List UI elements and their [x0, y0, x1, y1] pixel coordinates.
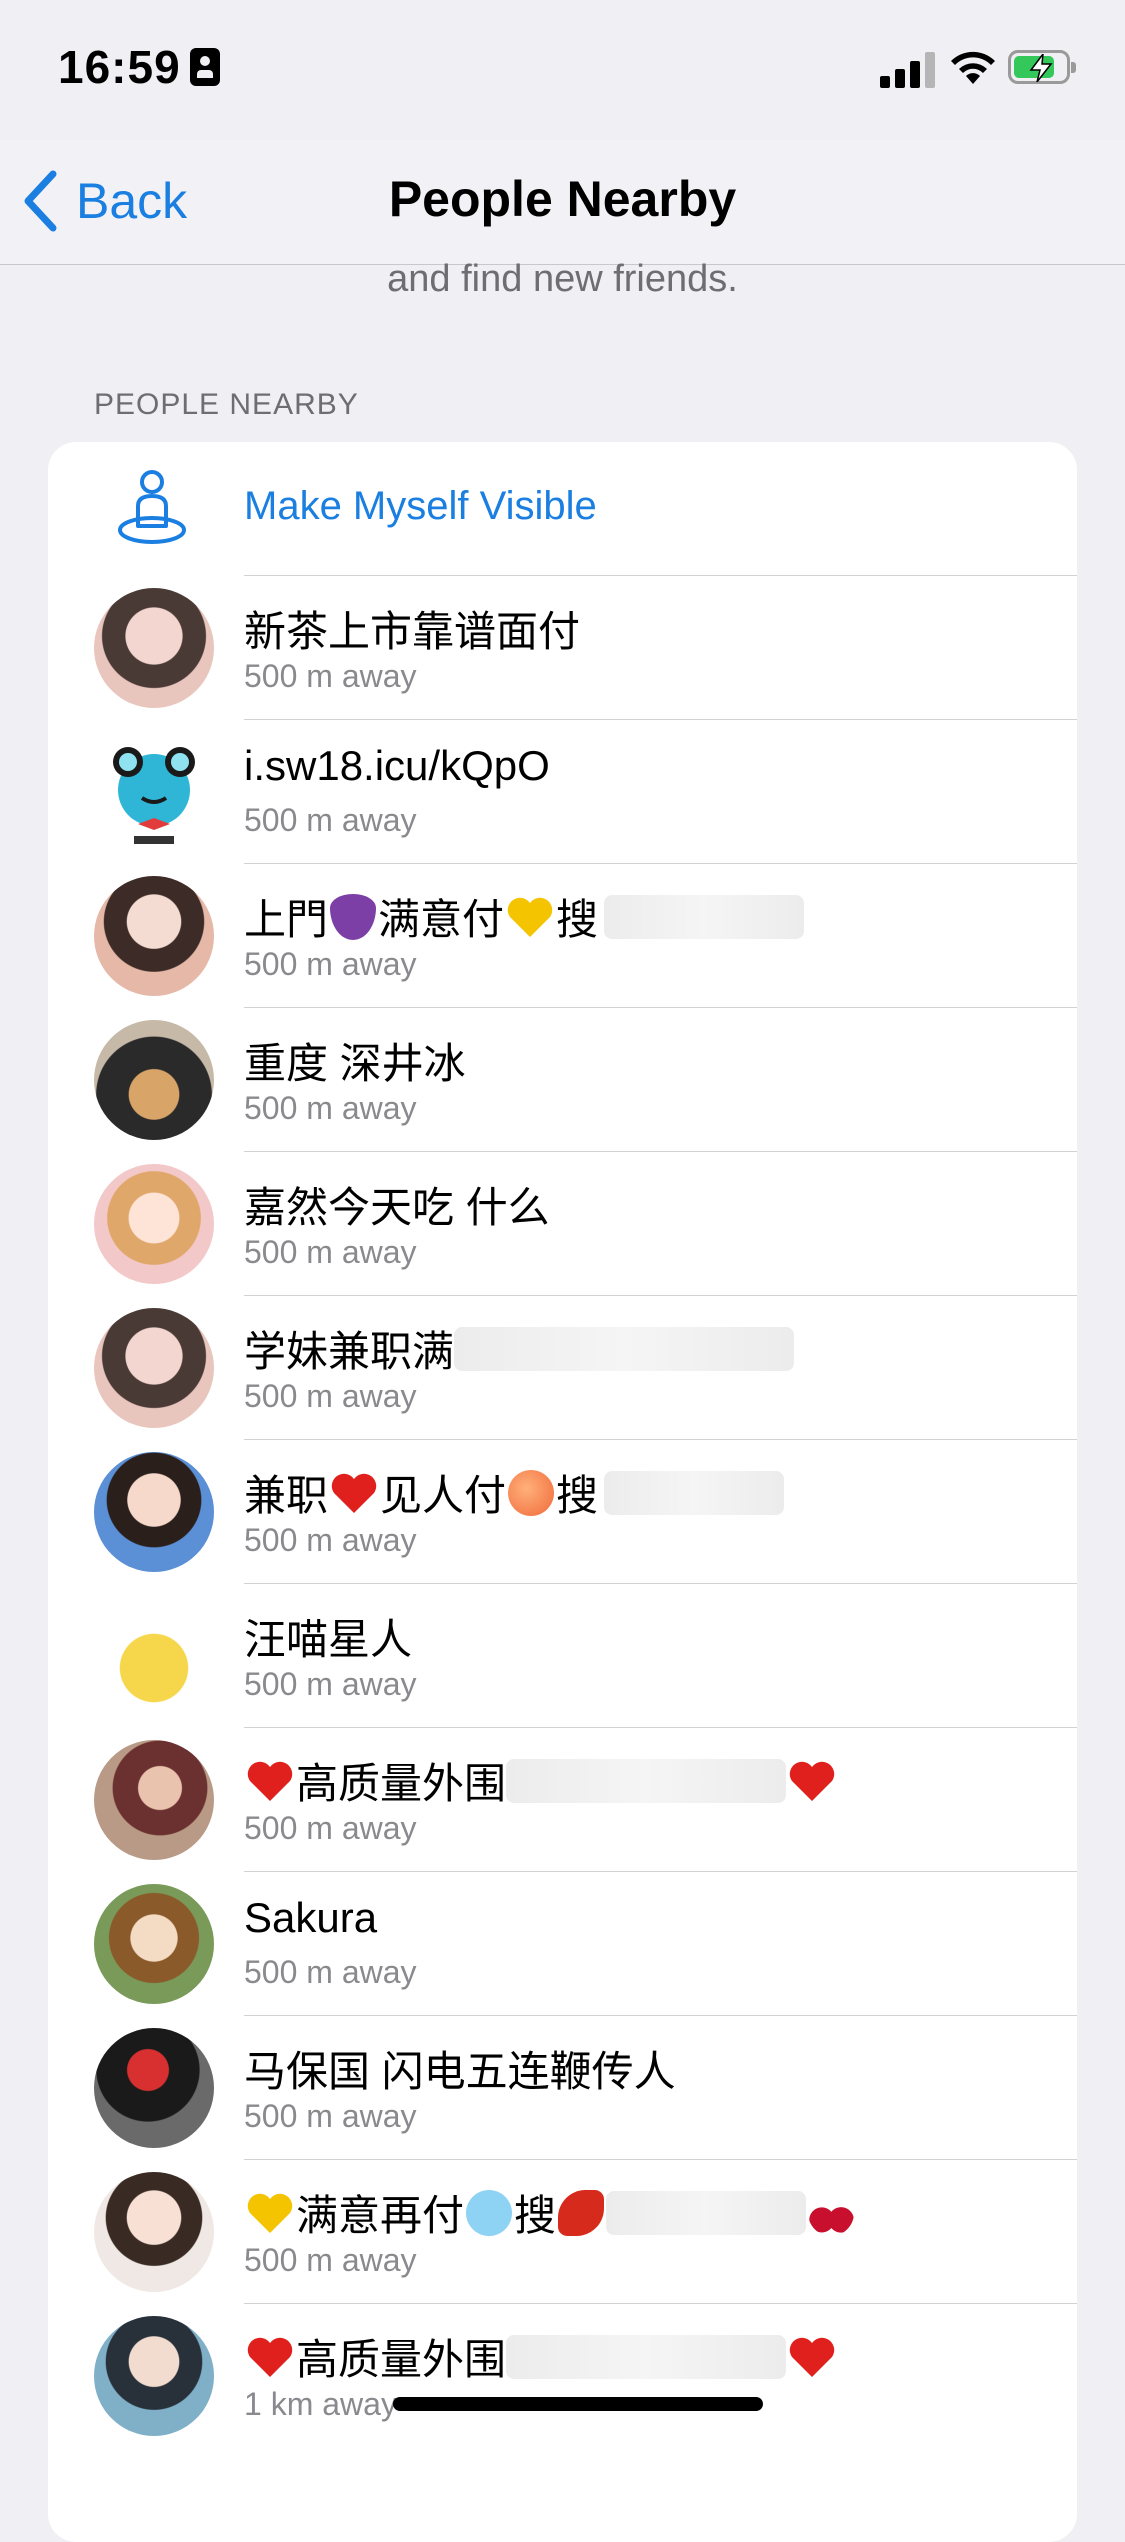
person-row[interactable]: 学妹兼职满 500 m away: [48, 1296, 1077, 1440]
person-name: i.sw18.icu/kQpO: [244, 742, 550, 789]
redacted-text: [606, 2190, 807, 2235]
avatar: [94, 1308, 214, 1428]
person-name: 重度 深井冰: [244, 1040, 466, 1087]
person-distance: 500 m away: [244, 2242, 417, 2278]
red-heart-icon: [247, 1761, 293, 1801]
redacted-text: [506, 2334, 787, 2379]
avatar: [94, 1740, 214, 1860]
status-bar: 16:59: [0, 0, 1125, 140]
person-name: 马保国 闪电五连鞭传人: [244, 2048, 676, 2095]
person-row[interactable]: 上門 满意付 搜 500 m away: [48, 864, 1077, 1008]
person-name: 嘉然今天吃 什么: [244, 1184, 550, 1231]
avatar: [94, 1020, 214, 1140]
person-distance: 500 m away: [244, 1090, 417, 1126]
red-heart-icon: [789, 1761, 835, 1801]
person-name: 满意再付 搜: [244, 2182, 856, 2243]
navigation-bar: Back People Nearby: [0, 140, 1125, 265]
person-distance: 500 m away: [244, 1810, 417, 1846]
person-distance: 500 m away: [244, 946, 417, 982]
redacted-text: [506, 1758, 787, 1803]
battery-icon: [1008, 50, 1076, 84]
person-name: Sakura: [244, 1894, 378, 1941]
wifi-icon: [951, 51, 995, 84]
person-distance: 500 m away: [244, 2098, 417, 2134]
person-row[interactable]: Sakura 500 m away: [48, 1872, 1077, 2016]
yellow-heart-icon: [507, 897, 553, 937]
red-heart-icon: [247, 2337, 293, 2377]
location-person-icon: [118, 470, 186, 544]
person-distance: 500 m away: [244, 1234, 417, 1270]
person-row[interactable]: 马保国 闪电五连鞭传人 500 m away: [48, 2016, 1077, 2160]
avatar: [94, 1164, 214, 1284]
subtitle-text: and find new friends.: [387, 258, 738, 300]
redacted-text: [604, 1470, 785, 1515]
avatar: [94, 876, 214, 996]
person-row[interactable]: 兼职 见人付 搜 500 m away: [48, 1440, 1077, 1584]
person-row[interactable]: 满意再付 搜 500 m away: [48, 2160, 1077, 2304]
person-distance: 500 m away: [244, 1954, 417, 1990]
avatar: [94, 732, 214, 852]
person-distance: 500 m away: [244, 1522, 417, 1558]
avatar: [94, 588, 214, 708]
chili-pepper-emoji-icon: [558, 2189, 605, 2236]
person-distance: 500 m away: [244, 1666, 417, 1702]
home-indicator[interactable]: [393, 2397, 763, 2411]
yellow-heart-icon: [247, 2193, 293, 2233]
person-distance: 500 m away: [244, 802, 417, 838]
person-name: 新茶上市靠谱面付: [244, 608, 581, 655]
redacted-text: [604, 894, 805, 939]
avatar: [94, 1884, 214, 2004]
person-row[interactable]: i.sw18.icu/kQpO 500 m away: [48, 720, 1077, 864]
avatar: [94, 1596, 214, 1716]
person-distance: 500 m away: [244, 1378, 417, 1414]
avatar: [94, 2172, 214, 2292]
make-myself-visible-label: Make Myself Visible: [244, 484, 597, 528]
peach-emoji-icon: [508, 1469, 555, 1516]
person-name: 高质量外围: [244, 1750, 838, 1811]
avatar: [94, 2316, 214, 2436]
red-heart-icon: [331, 1473, 377, 1513]
snowflake-emoji-icon: [466, 2189, 513, 2236]
person-row[interactable]: 汪喵星人 500 m away: [48, 1584, 1077, 1728]
person-name: 兼职 见人付 搜: [244, 1462, 785, 1523]
person-distance: 500 m away: [244, 658, 417, 694]
make-myself-visible-button[interactable]: Make Myself Visible: [48, 442, 1077, 576]
redacted-text: [454, 1326, 795, 1371]
red-heart-icon: [789, 2337, 835, 2377]
page-title: People Nearby: [388, 171, 737, 227]
person-row[interactable]: 高质量外围 500 m away: [48, 1728, 1077, 1872]
status-time: 16:59: [58, 41, 181, 93]
avatar: [94, 2028, 214, 2148]
eggplant-emoji-icon: [330, 893, 377, 940]
person-row[interactable]: 嘉然今天吃 什么 500 m away: [48, 1152, 1077, 1296]
avatar: [94, 1452, 214, 1572]
section-header: PEOPLE NEARBY: [94, 388, 359, 421]
person-name: 学妹兼职满: [244, 1318, 795, 1379]
person-row[interactable]: 新茶上市靠谱面付 500 m away: [48, 576, 1077, 720]
person-name: 高质量外围: [244, 2326, 838, 2387]
cellular-signal-icon: [880, 52, 936, 88]
person-name: 上門 满意付 搜: [244, 886, 805, 947]
person-row[interactable]: 重度 深井冰 500 m away: [48, 1008, 1077, 1152]
person-name: 汪喵星人: [244, 1616, 413, 1663]
person-distance: 1 km away: [244, 2386, 397, 2422]
cherries-emoji-icon: [808, 2189, 855, 2236]
people-list: Make Myself Visible 新茶上市靠谱面付 500 m away …: [48, 442, 1077, 2542]
person-row[interactable]: 高质量外围 1 km away: [48, 2304, 1077, 2448]
id-card-icon: [190, 48, 220, 86]
